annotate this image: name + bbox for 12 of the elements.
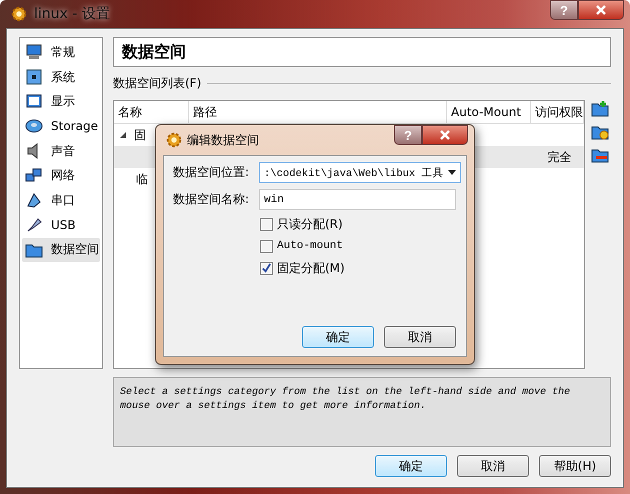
group-label: 数据空间列表(F)	[113, 75, 202, 92]
checkbox-label: Auto-mount	[277, 240, 344, 252]
folder-name: 固	[134, 126, 146, 144]
info-text: Select a settings category from the list on the left-hand side and move the mouse over a settings item to get more information.	[113, 377, 611, 447]
access-text: 完全	[548, 148, 572, 166]
checkbox-label: 只读分配(R)	[277, 216, 343, 232]
window-title: linux - 设置	[34, 5, 110, 23]
page-title: 数据空间	[113, 37, 611, 67]
dialog-title: 编辑数据空间	[187, 132, 259, 148]
checkbox-label: 固定分配(M)	[277, 260, 345, 276]
field-label: 数据空间位置:	[173, 164, 250, 181]
field-label: 数据空间名称:	[173, 191, 250, 208]
